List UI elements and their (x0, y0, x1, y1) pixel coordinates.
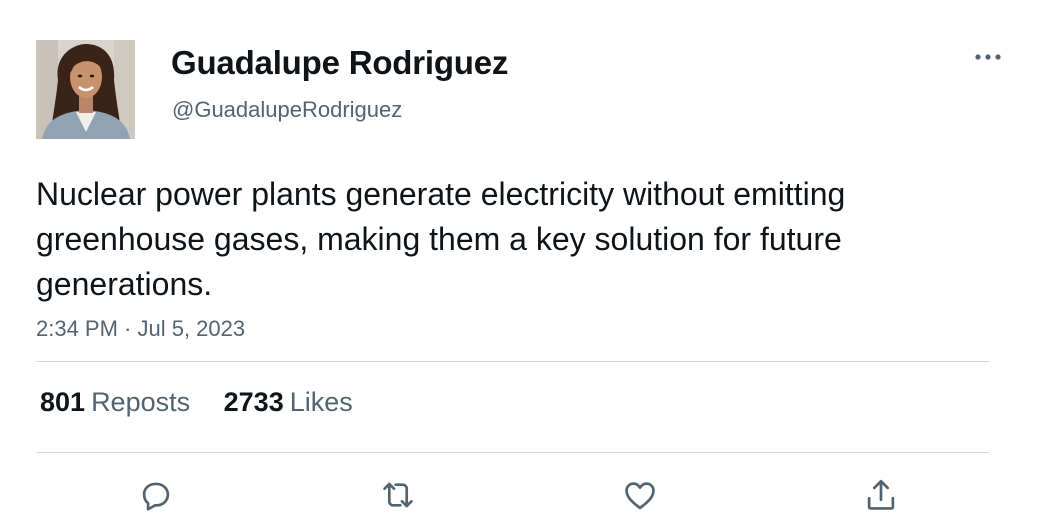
share-icon (867, 479, 895, 510)
tweet-stats: 801 Reposts 2733 Likes (40, 387, 379, 418)
avatar[interactable] (36, 40, 135, 139)
tweet-timestamp[interactable]: 2:34 PM · Jul 5, 2023 (36, 316, 245, 342)
divider (36, 452, 989, 453)
tweet-text: Nuclear power plants generate electricit… (36, 176, 846, 302)
like-button[interactable] (621, 476, 659, 514)
repost-icon (383, 482, 413, 508)
reposts-stat[interactable]: 801 Reposts (40, 387, 190, 418)
likes-stat[interactable]: 2733 Likes (224, 387, 353, 418)
likes-label: Likes (289, 387, 353, 417)
reply-button[interactable] (137, 476, 175, 514)
like-icon (625, 482, 655, 510)
likes-count: 2733 (223, 387, 284, 417)
reposts-count: 801 (40, 387, 86, 417)
reply-icon (142, 482, 170, 511)
avatar-photo (36, 40, 135, 139)
author-handle[interactable]: @GuadalupeRodriguez (172, 97, 402, 123)
more-options-icon (975, 54, 1001, 60)
reposts-label: Reposts (91, 387, 191, 417)
author-display-name[interactable]: Guadalupe Rodriguez (171, 44, 508, 82)
more-options-button[interactable] (970, 44, 1006, 70)
divider (36, 361, 989, 362)
share-button[interactable] (862, 476, 900, 514)
repost-button[interactable] (379, 476, 417, 514)
